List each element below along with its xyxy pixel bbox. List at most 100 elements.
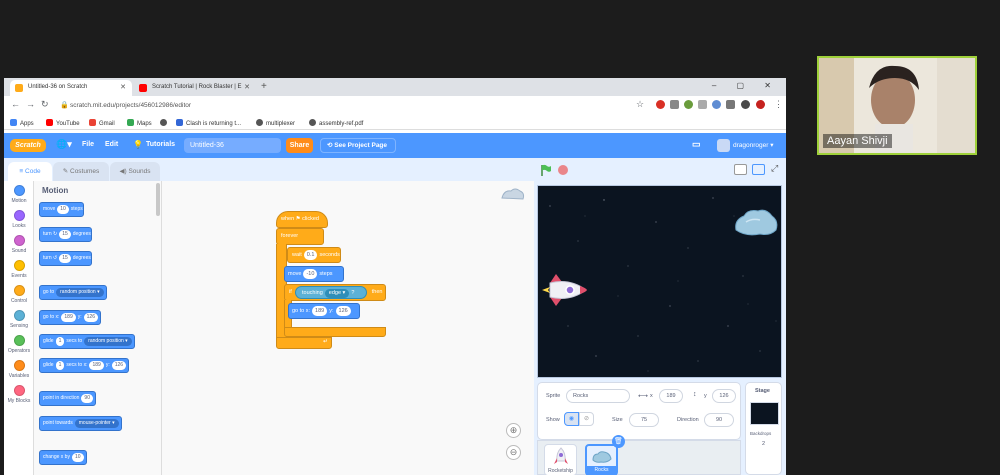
extension-icon[interactable] [684,100,693,109]
control-category-icon [13,285,25,296]
user-menu[interactable]: dragonroger ▾ [717,139,774,152]
palette-scrollbar[interactable] [156,183,160,216]
block-point-in-direction[interactable]: point in direction 90 [39,391,96,406]
bookmark-unnamed[interactable] [160,119,170,127]
extension-icon[interactable] [741,100,750,109]
block-go-to-xy[interactable]: go to x: 189 y: 126 [288,303,360,319]
language-globe-icon[interactable]: 🌐▾ [56,139,72,150]
reload-icon[interactable]: ↻ [41,99,49,110]
extensions-puzzle-icon[interactable] [726,100,735,109]
block-point-towards[interactable]: point towards mouse-pointer ▾ [39,416,122,431]
project-title-input[interactable]: Untitled-36 [184,138,281,153]
tab-youtube-tutorial[interactable]: Scratch Tutorial | Rock Blaster | E ✕ [134,80,256,96]
tutorials-lightbulb-icon[interactable]: 💡 [133,140,143,149]
zoom-out-button[interactable]: ⊖ [506,445,521,460]
sprite-name-input[interactable]: Rocks [566,389,630,403]
profile-avatar-icon[interactable] [756,100,765,109]
block-turn-right[interactable]: turn ↻ 15 degrees [39,227,92,242]
sensing-category-icon [13,310,25,321]
block-turn-left[interactable]: turn ↺ 15 degrees [39,251,92,266]
tab-costumes[interactable]: ✎ Costumes [53,162,109,181]
block-wait[interactable]: wait 0.1 seconds [287,247,341,263]
scratch-logo[interactable]: Scratch [10,139,46,152]
bookmark-multiplexer[interactable]: multiplexer [256,119,295,127]
size-input[interactable]: 75 [629,413,659,427]
menu-tutorials[interactable]: Tutorials [146,141,175,148]
block-move-steps[interactable]: move -10 steps [284,266,344,282]
sprite-info-panel: Sprite Rocks ⟷ x 189 ↕ y 126 Show ◉ ⊘ Si… [537,382,741,440]
category-my-blocks[interactable]: My Blocks [4,385,34,404]
sprite-thumb-rocks[interactable]: Rocks [585,444,618,475]
extension-icon[interactable] [698,100,707,109]
bookmark-gmail[interactable]: Gmail [89,119,115,127]
large-stage-icon[interactable] [752,164,765,175]
stage-canvas[interactable] [537,185,782,378]
menu-edit[interactable]: Edit [105,141,118,148]
block-touching[interactable]: touching edge ▾? [295,286,367,299]
block-move-steps[interactable]: move 10 steps [39,202,84,217]
show-visible-eye-icon[interactable]: ◉ [564,412,579,426]
y-position-input[interactable]: 126 [712,389,736,403]
code-workspace[interactable]: when ⚑ clicked forever wait 0.1 seconds mo… [162,181,534,475]
bookmark-star-icon[interactable]: ☆ [636,99,644,110]
stop-icon[interactable] [558,165,568,175]
block-forever[interactable]: forever [276,228,324,245]
fullscreen-icon[interactable]: ⤢ [771,163,778,174]
close-tab-icon[interactable]: ✕ [244,83,250,91]
sprite-list: Rocketship Rocks 🗑 [537,435,741,475]
category-looks[interactable]: Looks [4,210,34,229]
browser-window: Untitled-36 on Scratch ✕ Scratch Tutoria… [4,78,786,475]
category-control[interactable]: Control [4,285,34,304]
category-variables[interactable]: Variables [4,360,34,379]
x-position-input[interactable]: 189 [659,389,683,403]
block-glide-to[interactable]: glide 1 secs to random position ▾ [39,334,135,349]
new-tab-button[interactable]: + [261,81,267,92]
category-operators[interactable]: Operators [4,335,34,354]
small-stage-icon[interactable] [734,164,747,175]
share-button[interactable]: Share [286,138,313,153]
extension-icon[interactable] [656,100,665,109]
block-change-x[interactable]: change x by 10 [39,450,87,465]
tab-code[interactable]: ≡ Code [8,162,52,181]
my-stuff-folder-icon[interactable]: ▭ [692,139,701,150]
extension-icon[interactable] [712,100,721,109]
rocks-sprite[interactable] [732,206,780,238]
forward-icon[interactable]: → [26,99,35,109]
scratch-favicon-icon [15,84,23,92]
bookmark-apps[interactable]: Apps [10,119,34,127]
brush-icon: ✎ [62,168,70,175]
bookmark-youtube[interactable]: YouTube [46,119,80,127]
extension-icon[interactable] [670,100,679,109]
green-flag-icon[interactable] [540,164,552,177]
block-go-to-xy[interactable]: go to x: 189 y: 126 [39,310,101,325]
bookmark-maps[interactable]: Maps [127,119,152,127]
rocks-icon [591,451,612,463]
stage-target-panel[interactable]: Stage Backdrops 2 [745,382,782,475]
sprite-thumb-rocketship[interactable]: Rocketship [544,444,577,475]
see-project-page-button[interactable]: ⟲ See Project Page [320,138,396,153]
size-label: Size [612,417,623,423]
category-sound[interactable]: Sound [4,235,34,254]
block-when-flag-clicked[interactable]: when ⚑ clicked [276,211,328,228]
y-arrows-icon: ↕ [693,391,697,398]
block-glide-xy[interactable]: glide 1 secs to x: 189 y: 126 [39,358,130,373]
window-controls[interactable]: – ▢ ✕ [712,81,780,90]
browser-menu-icon[interactable]: ⋮ [774,99,783,110]
menu-file[interactable]: File [82,141,94,148]
back-icon[interactable]: ← [11,99,20,109]
delete-sprite-trash-icon[interactable]: 🗑 [612,435,625,448]
block-go-to[interactable]: go to random position ▾ [39,285,107,300]
address-bar[interactable]: scratch.mit.edu/projects/456012986/edito… [70,99,650,113]
category-sensing[interactable]: Sensing [4,310,34,329]
show-hidden-eye-icon[interactable]: ⊘ [579,412,594,426]
category-events[interactable]: Events [4,260,34,279]
rocketship-sprite[interactable] [540,272,592,308]
bookmark-assembly-ref[interactable]: assembly-ref.pdf [309,119,363,127]
tab-scratch-editor[interactable]: Untitled-36 on Scratch ✕ [10,80,132,96]
zoom-in-button[interactable]: ⊕ [506,423,521,438]
category-motion[interactable]: Motion [4,185,34,204]
close-tab-icon[interactable]: ✕ [120,83,126,91]
bookmark-clash[interactable]: Clash is returning t... [176,119,241,127]
tab-sounds[interactable]: ◀) Sounds [110,162,160,181]
direction-input[interactable]: 90 [704,413,734,427]
